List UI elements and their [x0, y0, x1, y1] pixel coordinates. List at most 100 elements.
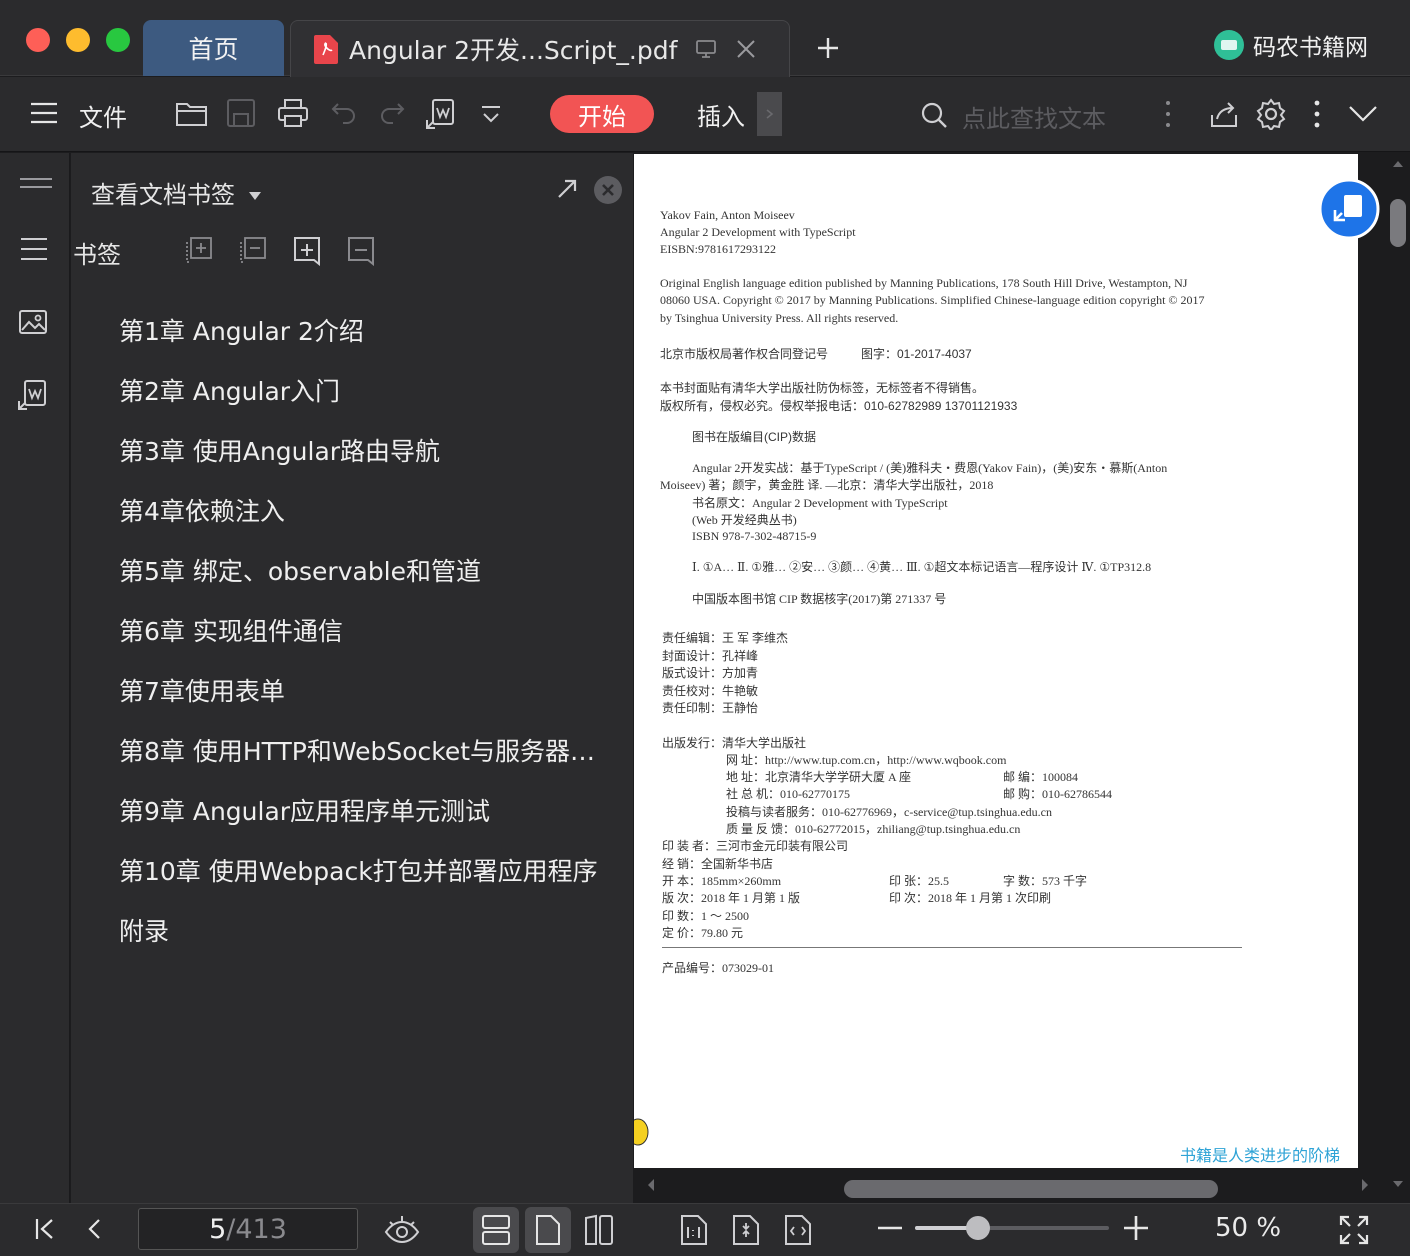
close-panel-icon[interactable]	[594, 176, 622, 204]
close-tab-icon[interactable]	[735, 38, 757, 60]
share-icon[interactable]	[1209, 99, 1239, 129]
fullscreen-icon[interactable]	[1339, 1215, 1369, 1245]
zoom-slider-thumb[interactable]	[966, 1216, 990, 1240]
page-text: 中国版本图书馆 CIP 数据核字(2017)第 271337 号	[692, 592, 947, 606]
bookmark-item[interactable]: 第2章 Angular入门	[119, 372, 340, 408]
page-text: 印 张：25.5	[889, 874, 950, 888]
zoom-out-icon[interactable]	[878, 1226, 902, 1230]
bookmark-item[interactable]: 第6章 实现组件通信	[119, 612, 343, 648]
brand-logo-icon	[1213, 29, 1245, 61]
collapse-all-icon[interactable]	[239, 236, 267, 264]
zoom-in-icon[interactable]	[1124, 1216, 1148, 1240]
two-page-icon[interactable]	[584, 1214, 616, 1246]
fit-width-icon[interactable]	[784, 1214, 812, 1246]
add-bookmark-icon[interactable]	[293, 236, 321, 266]
page-text: 网 址：http://www.tup.com.cn，http://www.wqb…	[726, 753, 1007, 767]
tab-start[interactable]: 开始	[550, 95, 654, 133]
page-number-input[interactable]: 5 /413	[138, 1208, 358, 1250]
zoom-level[interactable]: 50 %	[1215, 1213, 1281, 1243]
page-text: 本书封面贴有清华大学出版社防伪标签，无标签者不得销售。	[660, 381, 985, 395]
page-text: 北京市版权局著作权合同登记号	[660, 347, 829, 361]
bookmark-item[interactable]: 第10章 使用Webpack打包并部署应用程序	[119, 852, 598, 888]
page-text: 地 址：北京清华大学学研大厦 A 座	[726, 770, 912, 784]
print-icon[interactable]	[277, 98, 309, 128]
page-text: 责任校对：牛艳敏	[662, 684, 759, 698]
vertical-scrollbar[interactable]	[1386, 153, 1410, 1203]
page-text: Ⅰ. ①A… Ⅱ. ①雅… ②安… ③颜… ④黄… Ⅲ. ①超文本标记语言—程序…	[692, 560, 1152, 574]
undo-icon[interactable]	[330, 98, 358, 126]
tab-document[interactable]: Angular 2开发...Script_.pdf	[290, 20, 790, 77]
current-page: 5	[209, 1213, 227, 1245]
tab-home[interactable]: 首页	[143, 20, 284, 76]
previous-page-icon[interactable]	[86, 1217, 102, 1241]
caret-down-icon[interactable]	[248, 192, 261, 200]
page-text: 社 总 机：010-62770175	[726, 787, 850, 801]
new-tab-icon[interactable]	[816, 36, 840, 60]
page-text: 开 本：185mm×260mm	[662, 874, 782, 888]
more-vertical-icon[interactable]	[1313, 99, 1321, 129]
bookmark-item[interactable]: 第7章使用表单	[119, 672, 285, 708]
brand-name: 码农书籍网	[1253, 35, 1368, 61]
eye-read-mode-icon[interactable]	[384, 1214, 420, 1246]
tab-home-label: 首页	[188, 35, 239, 64]
tab-insert[interactable]: 插入	[697, 97, 745, 132]
convert-to-word-icon[interactable]	[425, 98, 457, 130]
bookmark-list-icon[interactable]	[21, 237, 47, 261]
pdf-page[interactable]: Yakov Fain, Anton Moiseev Angular 2 Deve…	[634, 154, 1358, 1168]
bookmark-item[interactable]: 第3章 使用Angular路由导航	[119, 432, 440, 468]
maximize-window-button[interactable]	[106, 28, 130, 52]
page-text: 版式设计：方加青	[662, 666, 759, 680]
pop-out-panel-icon[interactable]	[557, 179, 577, 199]
redo-icon[interactable]	[378, 98, 406, 126]
continuous-scroll-icon[interactable]	[481, 1214, 511, 1246]
bookmark-item[interactable]: 第1章 Angular 2介绍	[119, 312, 364, 348]
expand-all-icon[interactable]	[185, 236, 213, 264]
settings-gear-icon[interactable]	[1255, 98, 1287, 130]
remove-bookmark-icon[interactable]	[347, 236, 375, 266]
mascot-icon	[634, 1114, 652, 1148]
bookmark-item[interactable]: 第5章 绑定、observable和管道	[119, 552, 481, 588]
actual-size-icon[interactable]	[680, 1214, 708, 1246]
save-icon[interactable]	[226, 98, 256, 128]
file-menu[interactable]: 文件	[79, 98, 127, 133]
open-folder-icon[interactable]	[175, 98, 209, 128]
close-window-button[interactable]	[26, 28, 50, 52]
search-icon[interactable]	[920, 101, 948, 129]
single-page-icon[interactable]	[535, 1214, 561, 1246]
page-text: 质 量 反 馈：010-62772015，zhiliang@tup.tsingh…	[726, 822, 1021, 836]
first-page-icon[interactable]	[34, 1217, 56, 1241]
page-divider	[662, 947, 1242, 948]
page-text: 印 数：1 ～ 2500	[662, 909, 750, 923]
pdf-to-word-floating-icon[interactable]	[1318, 178, 1380, 240]
menu-icon[interactable]	[30, 101, 58, 125]
thumbnail-image-icon[interactable]	[18, 309, 48, 337]
page-text: 图字：01-2017-4037	[861, 347, 972, 361]
more-tools-dropdown-icon[interactable]	[480, 105, 502, 125]
monitor-icon[interactable]	[695, 38, 717, 60]
page-text: 出版发行：清华大学出版社	[662, 736, 807, 750]
bookmark-item[interactable]: 第9章 Angular应用程序单元测试	[119, 792, 490, 828]
horizontal-scrollbar[interactable]	[634, 1168, 1386, 1203]
kebab-icon[interactable]	[1164, 99, 1172, 129]
page-slogan: 书籍是人类进步的阶梯	[1180, 1146, 1341, 1165]
page-text: 图书在版编目(CIP)数据	[692, 430, 816, 444]
zoom-slider[interactable]	[915, 1216, 1109, 1240]
bookmark-item[interactable]: 第4章依赖注入	[119, 492, 285, 528]
page-text: 08060 USA. Copyright © 2017 by Manning P…	[660, 293, 1205, 307]
page-text: 投稿与读者服务：010-62776969，c-service@tup.tsing…	[726, 805, 1052, 819]
search-input[interactable]: 点此查找文本	[962, 99, 1106, 134]
fit-page-icon[interactable]	[732, 1214, 760, 1246]
convert-word-side-icon[interactable]	[17, 379, 49, 411]
page-text: 责任印制：王静怡	[662, 701, 759, 715]
panel-title[interactable]: 查看文档书签	[91, 175, 261, 210]
collapse-panel-icon[interactable]	[20, 177, 52, 189]
minimize-window-button[interactable]	[66, 28, 90, 52]
page-text: 书名原文：Angular 2 Development with TypeScri…	[692, 496, 948, 510]
collapse-toolbar-icon[interactable]	[1348, 105, 1378, 123]
brand[interactable]: 码农书籍网	[1213, 28, 1368, 62]
bookmark-item[interactable]: 第8章 使用HTTP和WebSocket与服务器…	[119, 732, 595, 768]
page-text: 印 次：2018 年 1 月第 1 次印刷	[889, 891, 1052, 905]
page-text: Moiseev) 著；颜宇，黄金胜 译. —北京：清华大学出版社，2018	[660, 478, 994, 492]
ribbon-scroll-right[interactable]	[757, 92, 782, 136]
bookmark-item[interactable]: 附录	[119, 912, 169, 948]
